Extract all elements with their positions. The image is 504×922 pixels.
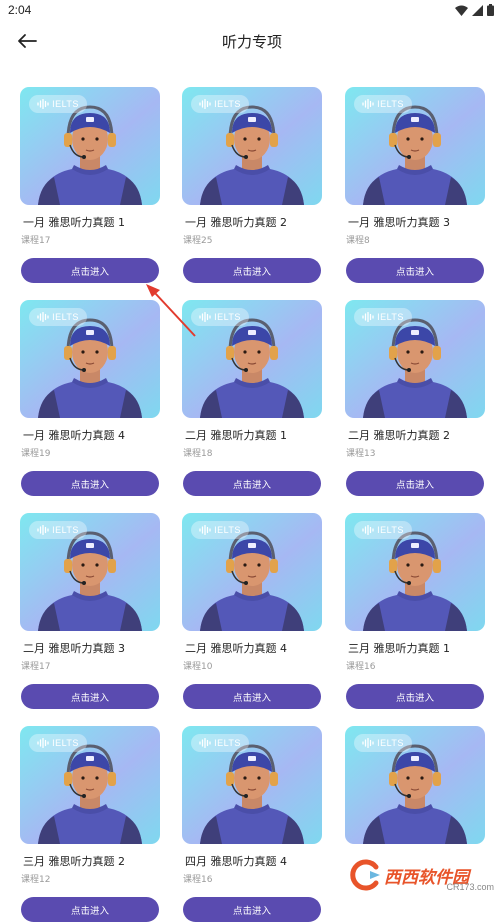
- ielts-badge: IELTS: [354, 308, 412, 326]
- enter-button[interactable]: 点击进入: [21, 684, 159, 709]
- enter-button[interactable]: 点击进入: [183, 471, 321, 496]
- course-title: 三月 雅思听力真题 1: [348, 640, 450, 656]
- course-count: 课程19: [21, 446, 50, 459]
- soundwave-icon: [37, 312, 49, 322]
- course-thumbnail[interactable]: IELTS: [345, 513, 485, 631]
- enter-button[interactable]: 点击进入: [183, 684, 321, 709]
- soundwave-icon: [362, 525, 374, 535]
- course-thumbnail[interactable]: IELTS: [345, 300, 485, 418]
- status-icons: [455, 4, 494, 16]
- course-thumbnail[interactable]: IELTS: [345, 87, 485, 205]
- course-title: 二月 雅思听力真题 2: [348, 427, 450, 443]
- course-count: 课程10: [183, 659, 212, 672]
- ielts-badge: IELTS: [191, 521, 249, 539]
- badge-label: IELTS: [52, 738, 79, 748]
- course-thumbnail[interactable]: IELTS: [182, 513, 322, 631]
- course-title: 四月 雅思听力真题 4: [185, 853, 287, 869]
- ielts-badge: IELTS: [354, 95, 412, 113]
- course-title: 二月 雅思听力真题 4: [185, 640, 287, 656]
- course-thumbnail[interactable]: IELTS: [20, 513, 160, 631]
- soundwave-icon: [199, 312, 211, 322]
- course-title: 一月 雅思听力真题 3: [348, 214, 450, 230]
- badge-label: IELTS: [377, 312, 404, 322]
- enter-button[interactable]: 点击进入: [21, 258, 159, 283]
- status-time: 2:04: [8, 3, 31, 17]
- badge-label: IELTS: [377, 738, 404, 748]
- ielts-badge: IELTS: [354, 734, 412, 752]
- course-thumbnail[interactable]: IELTS: [20, 726, 160, 844]
- course-count: 课程8: [346, 233, 370, 246]
- soundwave-icon: [199, 525, 211, 535]
- watermark-c-logo-icon: [350, 859, 382, 891]
- course-thumbnail[interactable]: IELTS: [20, 87, 160, 205]
- watermark-logo: 西西软件园 CR173.com: [350, 858, 500, 892]
- course-thumbnail[interactable]: IELTS: [345, 726, 485, 844]
- course-title: 一月 雅思听力真题 4: [23, 427, 125, 443]
- course-count: 课程25: [183, 233, 212, 246]
- ielts-badge: IELTS: [191, 308, 249, 326]
- ielts-badge: IELTS: [29, 521, 87, 539]
- enter-button[interactable]: 点击进入: [21, 897, 159, 922]
- course-count: 课程18: [183, 446, 212, 459]
- ielts-badge: IELTS: [191, 734, 249, 752]
- ielts-badge: IELTS: [29, 308, 87, 326]
- ielts-badge: IELTS: [191, 95, 249, 113]
- enter-button[interactable]: 点击进入: [21, 471, 159, 496]
- badge-label: IELTS: [214, 525, 241, 535]
- course-thumbnail[interactable]: IELTS: [182, 726, 322, 844]
- badge-label: IELTS: [214, 99, 241, 109]
- soundwave-icon: [199, 99, 211, 109]
- enter-button[interactable]: 点击进入: [346, 471, 484, 496]
- course-thumbnail[interactable]: IELTS: [182, 300, 322, 418]
- soundwave-icon: [37, 525, 49, 535]
- badge-label: IELTS: [52, 312, 79, 322]
- course-title: 二月 雅思听力真题 1: [185, 427, 287, 443]
- course-thumbnail[interactable]: IELTS: [182, 87, 322, 205]
- badge-label: IELTS: [52, 99, 79, 109]
- soundwave-icon: [199, 738, 211, 748]
- badge-label: IELTS: [377, 99, 404, 109]
- course-title: 一月 雅思听力真题 1: [23, 214, 125, 230]
- soundwave-icon: [37, 99, 49, 109]
- wifi-icon: [455, 5, 468, 16]
- badge-label: IELTS: [214, 312, 241, 322]
- course-title: 三月 雅思听力真题 2: [23, 853, 125, 869]
- cellular-signal-icon: [472, 5, 483, 16]
- soundwave-icon: [362, 312, 374, 322]
- course-title: 二月 雅思听力真题 3: [23, 640, 125, 656]
- enter-button[interactable]: 点击进入: [183, 897, 321, 922]
- badge-label: IELTS: [377, 525, 404, 535]
- soundwave-icon: [362, 99, 374, 109]
- top-app-bar: 听力专项: [0, 22, 504, 62]
- course-title: 一月 雅思听力真题 2: [185, 214, 287, 230]
- ielts-badge: IELTS: [354, 521, 412, 539]
- ielts-badge: IELTS: [29, 95, 87, 113]
- watermark-subtext: CR173.com: [446, 882, 494, 892]
- enter-button[interactable]: 点击进入: [346, 258, 484, 283]
- course-count: 课程16: [183, 872, 212, 885]
- soundwave-icon: [362, 738, 374, 748]
- course-count: 课程16: [346, 659, 375, 672]
- course-thumbnail[interactable]: IELTS: [20, 300, 160, 418]
- course-count: 课程13: [346, 446, 375, 459]
- enter-button[interactable]: 点击进入: [346, 684, 484, 709]
- soundwave-icon: [37, 738, 49, 748]
- course-count: 课程17: [21, 659, 50, 672]
- ielts-badge: IELTS: [29, 734, 87, 752]
- status-bar: 2:04: [0, 0, 504, 22]
- page-title: 听力专项: [0, 31, 504, 52]
- badge-label: IELTS: [214, 738, 241, 748]
- enter-button[interactable]: 点击进入: [183, 258, 321, 283]
- course-count: 课程12: [21, 872, 50, 885]
- badge-label: IELTS: [52, 525, 79, 535]
- battery-icon: [487, 4, 494, 16]
- course-count: 课程17: [21, 233, 50, 246]
